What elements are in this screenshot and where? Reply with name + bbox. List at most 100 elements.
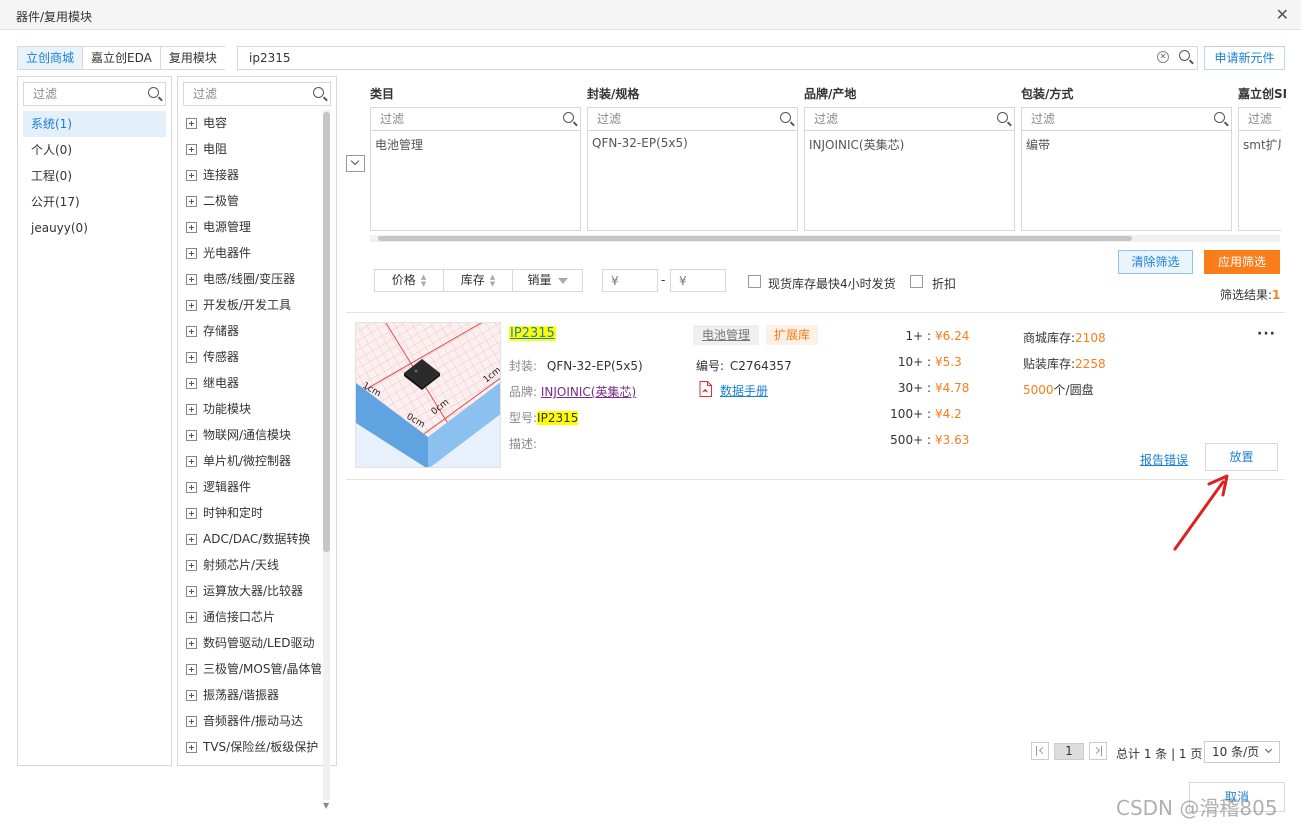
expand-plus-icon[interactable] (186, 273, 197, 285)
category-item[interactable]: 开发板/开发工具 (178, 292, 321, 318)
facet-filter-input[interactable] (588, 108, 766, 130)
apply-filter-button[interactable]: 应用筛选 (1204, 250, 1280, 274)
category-tag[interactable]: 电池管理 (693, 325, 760, 345)
expand-plus-icon[interactable] (186, 247, 197, 259)
last-page-button[interactable] (1089, 742, 1107, 760)
category-item[interactable]: 存储器 (178, 318, 321, 344)
category-item[interactable]: 二极管 (178, 188, 321, 214)
facet-option[interactable]: QFN-32-EP(5x5) (588, 131, 797, 155)
category-item[interactable]: 电阻 (178, 136, 321, 162)
sort-stock[interactable]: 库存 ▲ ▼ (444, 270, 513, 291)
expand-plus-icon[interactable] (186, 325, 197, 337)
category-item[interactable]: 功能模块 (178, 396, 321, 422)
price-max-input[interactable] (671, 270, 725, 291)
category-item[interactable]: 继电器 (178, 370, 321, 396)
facet-filter-input[interactable] (805, 108, 983, 130)
search-icon[interactable] (148, 87, 159, 101)
search-icon[interactable] (1179, 50, 1190, 64)
expand-plus-icon[interactable] (186, 507, 197, 519)
category-item[interactable]: 三极管/MOS管/晶体管 (178, 656, 321, 682)
category-filter-input[interactable] (184, 83, 309, 105)
library-item-personal[interactable]: 个人(0) (23, 137, 166, 163)
facet-filter-input[interactable] (1022, 108, 1200, 130)
category-item[interactable]: 音频器件/振动马达 (178, 708, 321, 734)
fast-ship-checkbox[interactable] (748, 275, 761, 288)
category-item[interactable]: 逻辑器件 (178, 474, 321, 500)
library-item-user[interactable]: jeauyy(0) (23, 215, 166, 241)
category-item[interactable]: 单片机/微控制器 (178, 448, 321, 474)
expand-plus-icon[interactable] (186, 143, 197, 155)
expand-plus-icon[interactable] (186, 663, 197, 675)
category-item[interactable]: 射频芯片/天线 (178, 552, 321, 578)
facet-option[interactable]: 编带 (1022, 131, 1231, 158)
page-size-select[interactable]: 10 条/页 (1204, 741, 1280, 763)
library-filter-input[interactable] (24, 83, 144, 105)
price-min-input[interactable] (603, 270, 657, 291)
facet-option[interactable]: INJOINIC(英集芯) (805, 131, 1014, 158)
request-new-part-button[interactable]: 申请新元件 (1204, 46, 1285, 70)
search-input[interactable] (238, 47, 1138, 69)
category-scrollbar[interactable]: ▼ (323, 110, 330, 810)
category-item[interactable]: ADC/DAC/数据转换 (178, 526, 321, 552)
facet-scrollbar[interactable] (370, 235, 1280, 242)
more-icon[interactable]: ··· (1257, 326, 1276, 342)
facet-filter-input[interactable] (371, 108, 549, 130)
expand-plus-icon[interactable] (186, 221, 197, 233)
category-item[interactable]: 时钟和定时 (178, 500, 321, 526)
category-item[interactable]: 振荡器/谐振器 (178, 682, 321, 708)
search-icon[interactable] (1214, 112, 1225, 126)
expand-plus-icon[interactable] (186, 169, 197, 181)
expand-plus-icon[interactable] (186, 559, 197, 571)
close-icon[interactable]: ✕ (1276, 5, 1289, 24)
category-item[interactable]: 物联网/通信模块 (178, 422, 321, 448)
clear-filter-button[interactable]: 清除筛选 (1118, 250, 1193, 274)
datasheet-link[interactable]: 数据手册 (720, 382, 768, 399)
facet-option[interactable]: smt扩展 (1239, 131, 1281, 158)
brand-link[interactable]: INJOINIC(英集芯) (541, 385, 636, 399)
category-item[interactable]: 运算放大器/比较器 (178, 578, 321, 604)
discount-checkbox[interactable] (910, 275, 923, 288)
place-button[interactable]: 放置 (1205, 443, 1278, 471)
category-item[interactable]: 电感/线圈/变压器 (178, 266, 321, 292)
sort-price[interactable]: 价格 ▲ ▼ (375, 270, 444, 291)
search-icon[interactable] (997, 112, 1008, 126)
sort-sales[interactable]: 销量 (513, 270, 582, 291)
category-item[interactable]: 传感器 (178, 344, 321, 370)
search-icon[interactable] (563, 112, 574, 126)
category-item[interactable]: 数码管驱动/LED驱动 (178, 630, 321, 656)
expand-plus-icon[interactable] (186, 533, 197, 545)
expand-plus-icon[interactable] (186, 637, 197, 649)
first-page-button[interactable] (1031, 742, 1049, 760)
expand-plus-icon[interactable] (186, 377, 197, 389)
report-error-link[interactable]: 报告错误 (1140, 451, 1188, 468)
expand-plus-icon[interactable] (186, 715, 197, 727)
expand-plus-icon[interactable] (186, 689, 197, 701)
clear-search-icon[interactable]: ✕ (1157, 51, 1169, 63)
category-item[interactable]: 连接器 (178, 162, 321, 188)
category-item[interactable]: 电容 (178, 110, 321, 136)
expand-plus-icon[interactable] (186, 611, 197, 623)
facet-filter-input[interactable] (1239, 108, 1281, 130)
product-image[interactable]: 1cm 0cm 0cm 1cm (355, 322, 501, 468)
tab-reuse-module[interactable]: 复用模块 (159, 46, 225, 70)
expand-plus-icon[interactable] (186, 741, 197, 753)
tab-jlc-eda[interactable]: 嘉立创EDA (82, 46, 160, 70)
search-icon[interactable] (313, 87, 324, 101)
library-item-system[interactable]: 系统(1) (23, 111, 166, 137)
expand-plus-icon[interactable] (186, 299, 197, 311)
library-item-project[interactable]: 工程(0) (23, 163, 166, 189)
tab-lcsc-mall[interactable]: 立创商城 (17, 46, 83, 70)
library-item-public[interactable]: 公开(17) (23, 189, 166, 215)
expand-plus-icon[interactable] (186, 195, 197, 207)
search-icon[interactable] (780, 112, 791, 126)
expand-plus-icon[interactable] (186, 403, 197, 415)
collapse-facets-button[interactable] (346, 155, 365, 172)
facet-option[interactable]: 电池管理 (371, 131, 580, 158)
category-item[interactable]: TVS/保险丝/板级保护 (178, 734, 321, 760)
expand-plus-icon[interactable] (186, 481, 197, 493)
expand-plus-icon[interactable] (186, 351, 197, 363)
category-item[interactable]: 通信接口芯片 (178, 604, 321, 630)
product-name-link[interactable]: IP2315 (509, 326, 556, 341)
current-page[interactable]: 1 (1054, 743, 1084, 760)
expand-plus-icon[interactable] (186, 455, 197, 467)
